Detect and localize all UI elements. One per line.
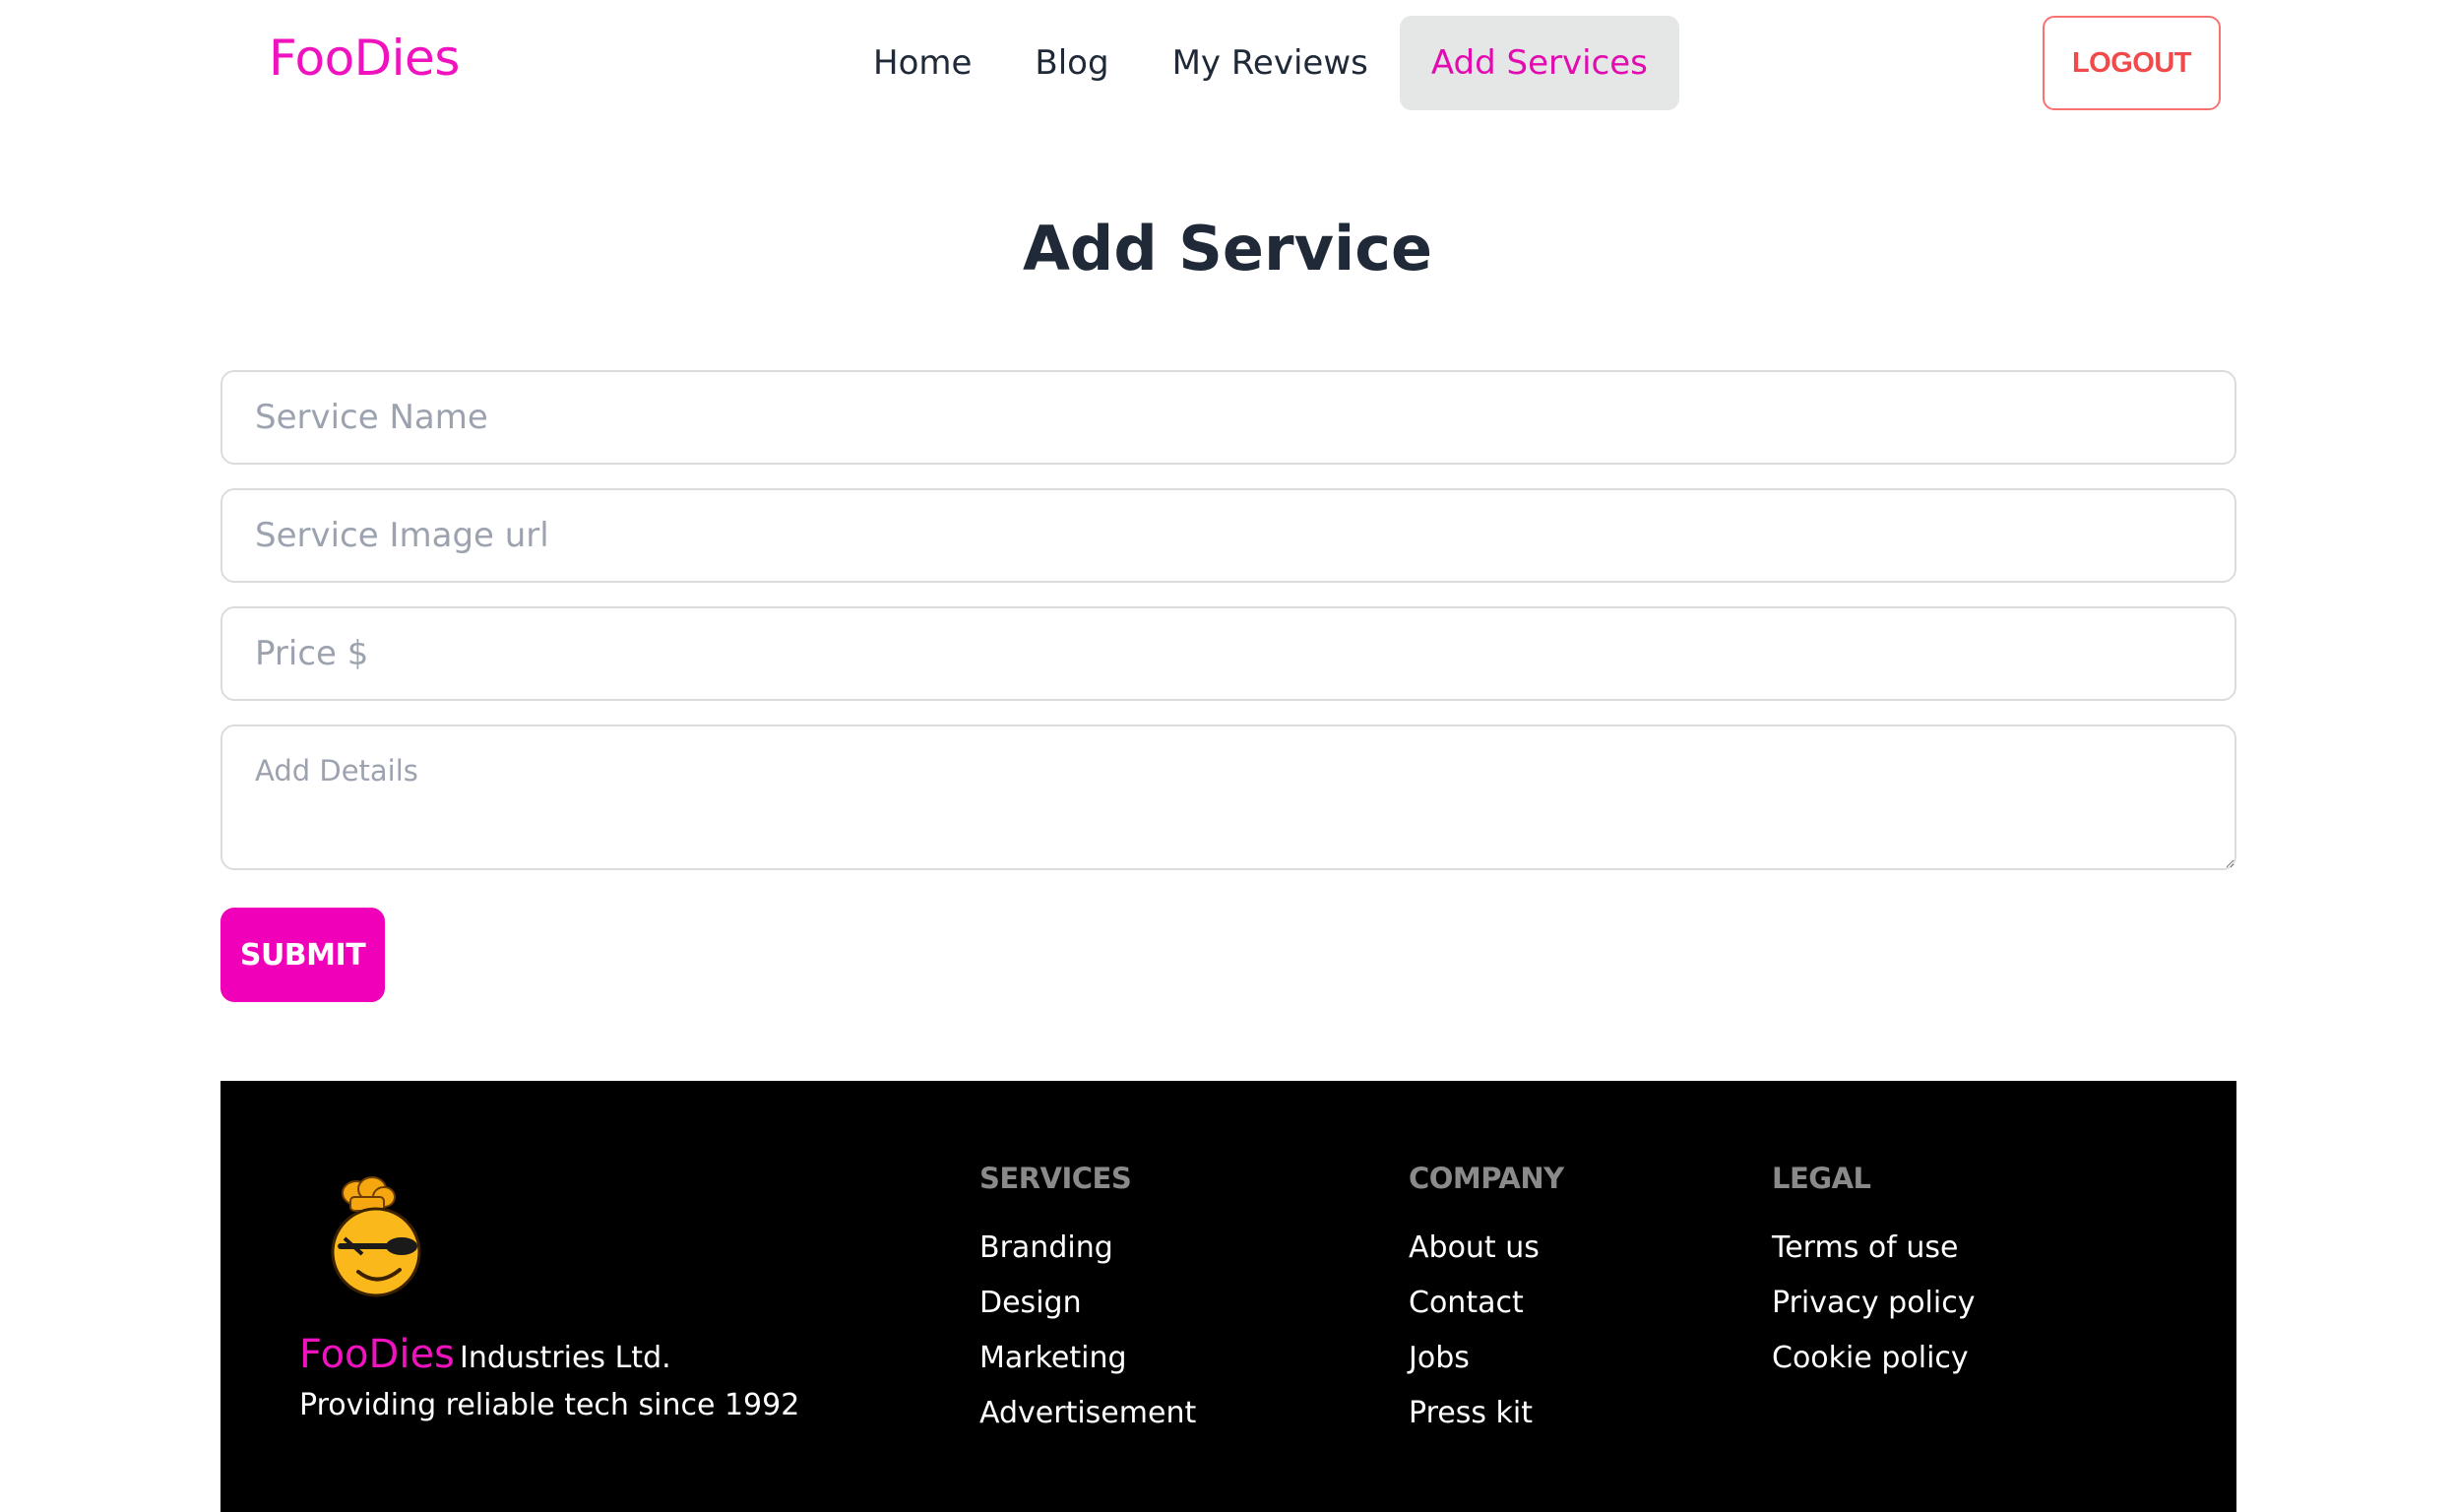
footer-link-branding[interactable]: Branding <box>979 1230 1113 1265</box>
footer-link-terms-of-use[interactable]: Terms of use <box>1772 1230 1958 1265</box>
nav-item-home[interactable]: Home <box>842 16 1003 110</box>
footer-tagline: Providing reliable tech since 1992 <box>299 1388 800 1422</box>
price-input[interactable] <box>220 606 2236 701</box>
footer-link-marketing[interactable]: Marketing <box>979 1341 1127 1375</box>
navbar: FooDies Home Blog My Reviews Add Service… <box>0 0 2455 128</box>
brand-logo[interactable]: FooDies <box>269 30 460 87</box>
footer-link-jobs[interactable]: Jobs <box>1409 1341 1470 1375</box>
footer-link-about-us[interactable]: About us <box>1409 1230 1540 1265</box>
footer-link-contact[interactable]: Contact <box>1409 1286 1524 1320</box>
footer-brand-name: FooDies <box>299 1332 455 1377</box>
service-image-url-input[interactable] <box>220 488 2236 583</box>
chef-mascot-logo-icon <box>331 1176 421 1297</box>
footer-column-title: LEGAL <box>1772 1162 1871 1195</box>
footer: FooDies Industries Ltd. Providing reliab… <box>220 1081 2236 1512</box>
page: FooDies Home Blog My Reviews Add Service… <box>0 0 2455 1512</box>
logout-button[interactable]: LOGOUT <box>2043 16 2221 110</box>
nav-item-my-reviews[interactable]: My Reviews <box>1141 16 1400 110</box>
footer-link-cookie-policy[interactable]: Cookie policy <box>1772 1341 1969 1375</box>
footer-link-privacy-policy[interactable]: Privacy policy <box>1772 1286 1975 1320</box>
footer-column-title: COMPANY <box>1409 1162 1564 1195</box>
nav-menu: Home Blog My Reviews Add Services <box>842 16 1679 110</box>
footer-column-title: SERVICES <box>979 1162 1132 1195</box>
footer-link-advertisement[interactable]: Advertisement <box>979 1396 1196 1430</box>
nav-item-add-services[interactable]: Add Services <box>1399 16 1679 110</box>
footer-company-suffix: Industries Ltd. <box>459 1341 671 1375</box>
nav-item-blog[interactable]: Blog <box>1003 16 1140 110</box>
page-title: Add Service <box>1022 213 1433 284</box>
footer-link-design[interactable]: Design <box>979 1286 1082 1320</box>
service-name-input[interactable] <box>220 370 2236 465</box>
details-textarea[interactable] <box>220 724 2236 870</box>
footer-link-press-kit[interactable]: Press kit <box>1409 1396 1533 1430</box>
submit-button[interactable]: SUBMIT <box>220 908 385 1002</box>
footer-company-name: FooDies Industries Ltd. <box>299 1332 671 1377</box>
